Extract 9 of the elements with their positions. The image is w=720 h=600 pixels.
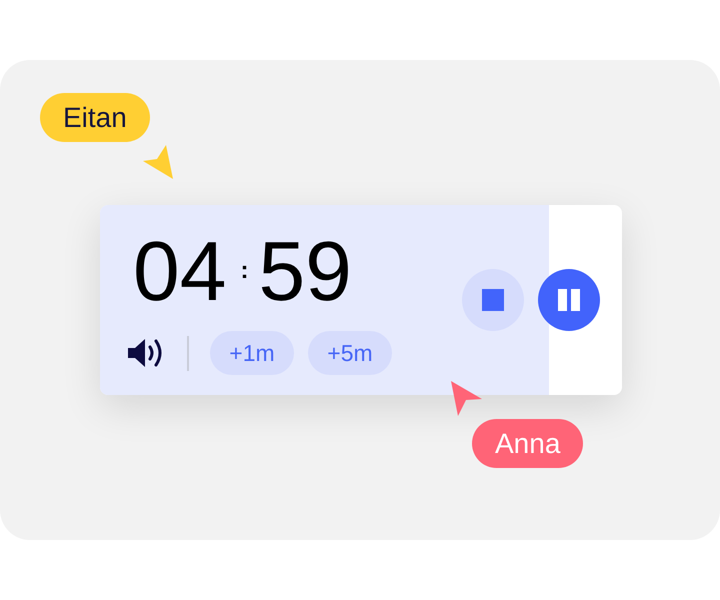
minutes-text: 04: [133, 229, 226, 313]
time-separator: :: [240, 259, 248, 283]
stop-icon: [482, 289, 504, 311]
user-name-tag: Anna: [472, 419, 584, 468]
add-time-button[interactable]: +5m: [308, 331, 392, 375]
user-name-tag: Eitan: [40, 93, 150, 142]
pause-icon: [558, 289, 580, 311]
seconds-text: 59: [258, 229, 352, 313]
add-time-button[interactable]: +1m: [210, 331, 294, 375]
